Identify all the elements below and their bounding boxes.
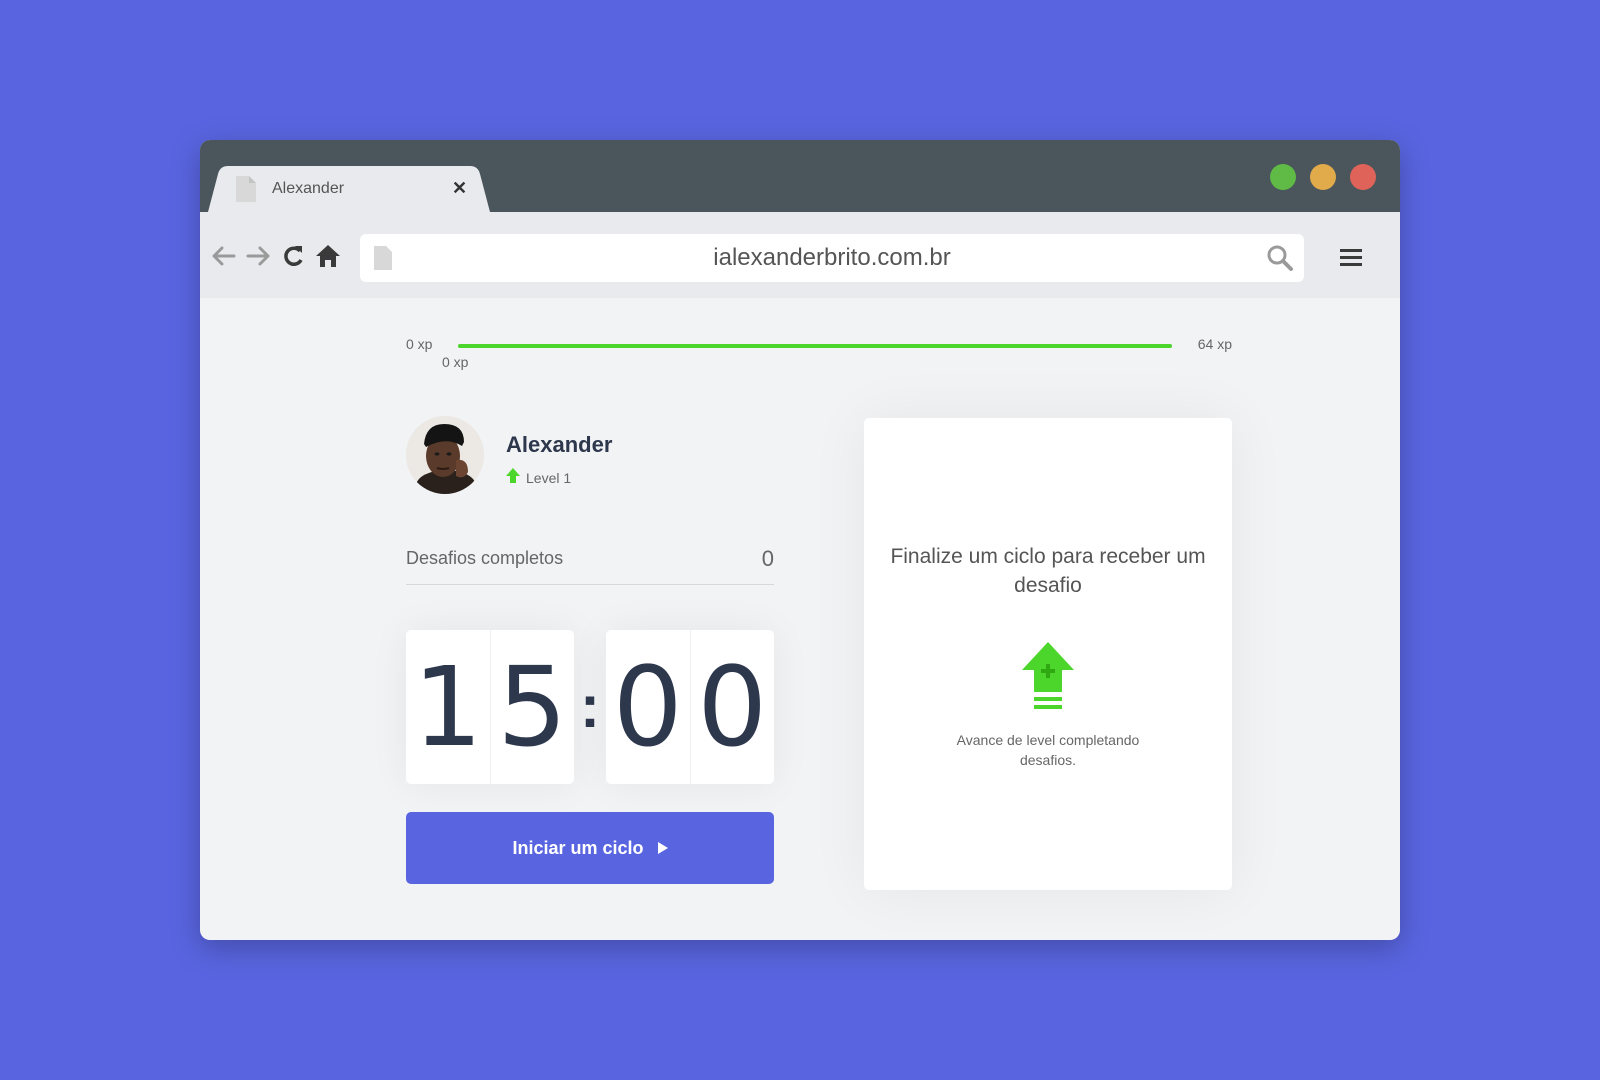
- tab-title: Alexander: [272, 180, 345, 197]
- experience-bar: 0 xp 64 xp 0 xp: [406, 326, 1232, 370]
- completed-challenges-label: Desafios completos: [406, 548, 564, 568]
- forward-arrow-icon[interactable]: [244, 242, 272, 270]
- xp-max-label: 64 xp: [1197, 336, 1232, 352]
- xp-track: [458, 344, 1172, 348]
- challenge-description: Avance de level completando desafios.: [956, 732, 1140, 768]
- second-digit-left: 0: [606, 630, 691, 784]
- xp-current-label: 0 xp: [442, 354, 469, 370]
- hamburger-menu-icon[interactable]: [1340, 248, 1362, 273]
- page-content: 0 xp 64 xp 0 xp Alexander Level 1 Desafi…: [200, 298, 1400, 940]
- second-digit-right: 0: [697, 643, 768, 771]
- countdown: 1 5 : 0 0: [406, 630, 774, 784]
- close-tab-icon[interactable]: ✕: [452, 178, 467, 199]
- home-icon[interactable]: [314, 242, 342, 270]
- search-icon[interactable]: [1266, 244, 1294, 277]
- challenge-box: Finalize um ciclo para receber um desafi…: [864, 418, 1232, 890]
- back-arrow-icon[interactable]: [210, 242, 238, 270]
- level-up-arrow-icon: [1022, 642, 1074, 719]
- file-icon: [236, 176, 256, 207]
- start-cycle-button[interactable]: Iniciar um ciclo: [406, 812, 774, 884]
- profile-name: Alexander: [506, 432, 613, 457]
- avatar: [406, 416, 484, 494]
- browser-titlebar: Alexander ✕: [200, 140, 1400, 212]
- url-text[interactable]: ialexanderbrito.com.br: [360, 244, 1304, 272]
- reload-icon[interactable]: [280, 242, 308, 270]
- start-cycle-label: Iniciar um ciclo: [512, 837, 644, 858]
- completed-challenges: Desafios completos 0: [406, 538, 774, 585]
- minute-digit-right: 5: [497, 643, 568, 771]
- minute-digit-left: 1: [406, 630, 491, 784]
- level-indicator: Level 1: [506, 468, 571, 487]
- countdown-separator: :: [580, 673, 600, 740]
- xp-min-label: 0 xp: [406, 336, 433, 352]
- minimize-button[interactable]: [1310, 164, 1336, 190]
- browser-window: Alexander ✕ ialexanderbrito.com.br 0 xp …: [200, 140, 1400, 940]
- play-icon: [657, 838, 668, 859]
- close-window-button[interactable]: [1350, 164, 1376, 190]
- browser-toolbar: ialexanderbrito.com.br: [200, 212, 1400, 298]
- profile: Alexander Level 1: [406, 416, 786, 496]
- seconds-box: 0 0: [606, 630, 774, 784]
- completed-challenges-value: 0: [761, 546, 774, 571]
- level-label: Level 1: [526, 469, 572, 486]
- maximize-button[interactable]: [1270, 164, 1296, 190]
- xp-fill: [458, 344, 1172, 348]
- challenge-title: Finalize um ciclo para receber um desafi…: [890, 545, 1206, 597]
- address-bar[interactable]: ialexanderbrito.com.br: [360, 234, 1304, 282]
- level-up-icon: [506, 468, 520, 487]
- minutes-box: 1 5: [406, 630, 574, 784]
